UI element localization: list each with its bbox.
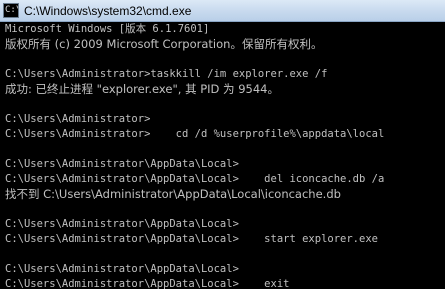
console-line-exit-command: C:\Users\Administrator\AppData\Local> ex…: [5, 278, 290, 289]
console-line-start-command: C:\Users\Administrator\AppData\Local> st…: [5, 233, 378, 245]
console-line-cd-command: C:\Users\Administrator> cd /d %userprofi…: [5, 128, 385, 140]
console-output[interactable]: Microsoft Windows [版本 6.1.7601] 版权所有 (c)…: [0, 22, 445, 289]
console-line-taskkill: C:\Users\Administrator>taskkill /im expl…: [5, 68, 328, 80]
title-bar[interactable]: C:\ C:\Windows\system32\cmd.exe: [0, 0, 445, 22]
cmd-window: C:\ C:\Windows\system32\cmd.exe Microsof…: [0, 0, 445, 289]
console-line-version: Microsoft Windows [版本 6.1.7601]: [5, 23, 210, 35]
console-line-taskkill-result: 成功: 已终止进程 "explorer.exe", 其 PID 为 9544。: [5, 82, 279, 96]
console-line-prompt: C:\Users\Administrator\AppData\Local>: [5, 263, 239, 275]
console-line-del-result: 找不到 C:\Users\Administrator\AppData\Local…: [5, 187, 341, 201]
console-line-del-command: C:\Users\Administrator\AppData\Local> de…: [5, 173, 385, 185]
window-title: C:\Windows\system32\cmd.exe: [24, 4, 192, 18]
console-line-prompt: C:\Users\Administrator\AppData\Local>: [5, 158, 239, 170]
console-line-copyright: 版权所有 (c) 2009 Microsoft Corporation。保留所有…: [5, 37, 323, 51]
console-line-prompt: C:\Users\Administrator\AppData\Local>: [5, 218, 239, 230]
console-line-prompt: C:\Users\Administrator>: [5, 113, 151, 125]
cmd-icon: C:\: [3, 3, 19, 18]
